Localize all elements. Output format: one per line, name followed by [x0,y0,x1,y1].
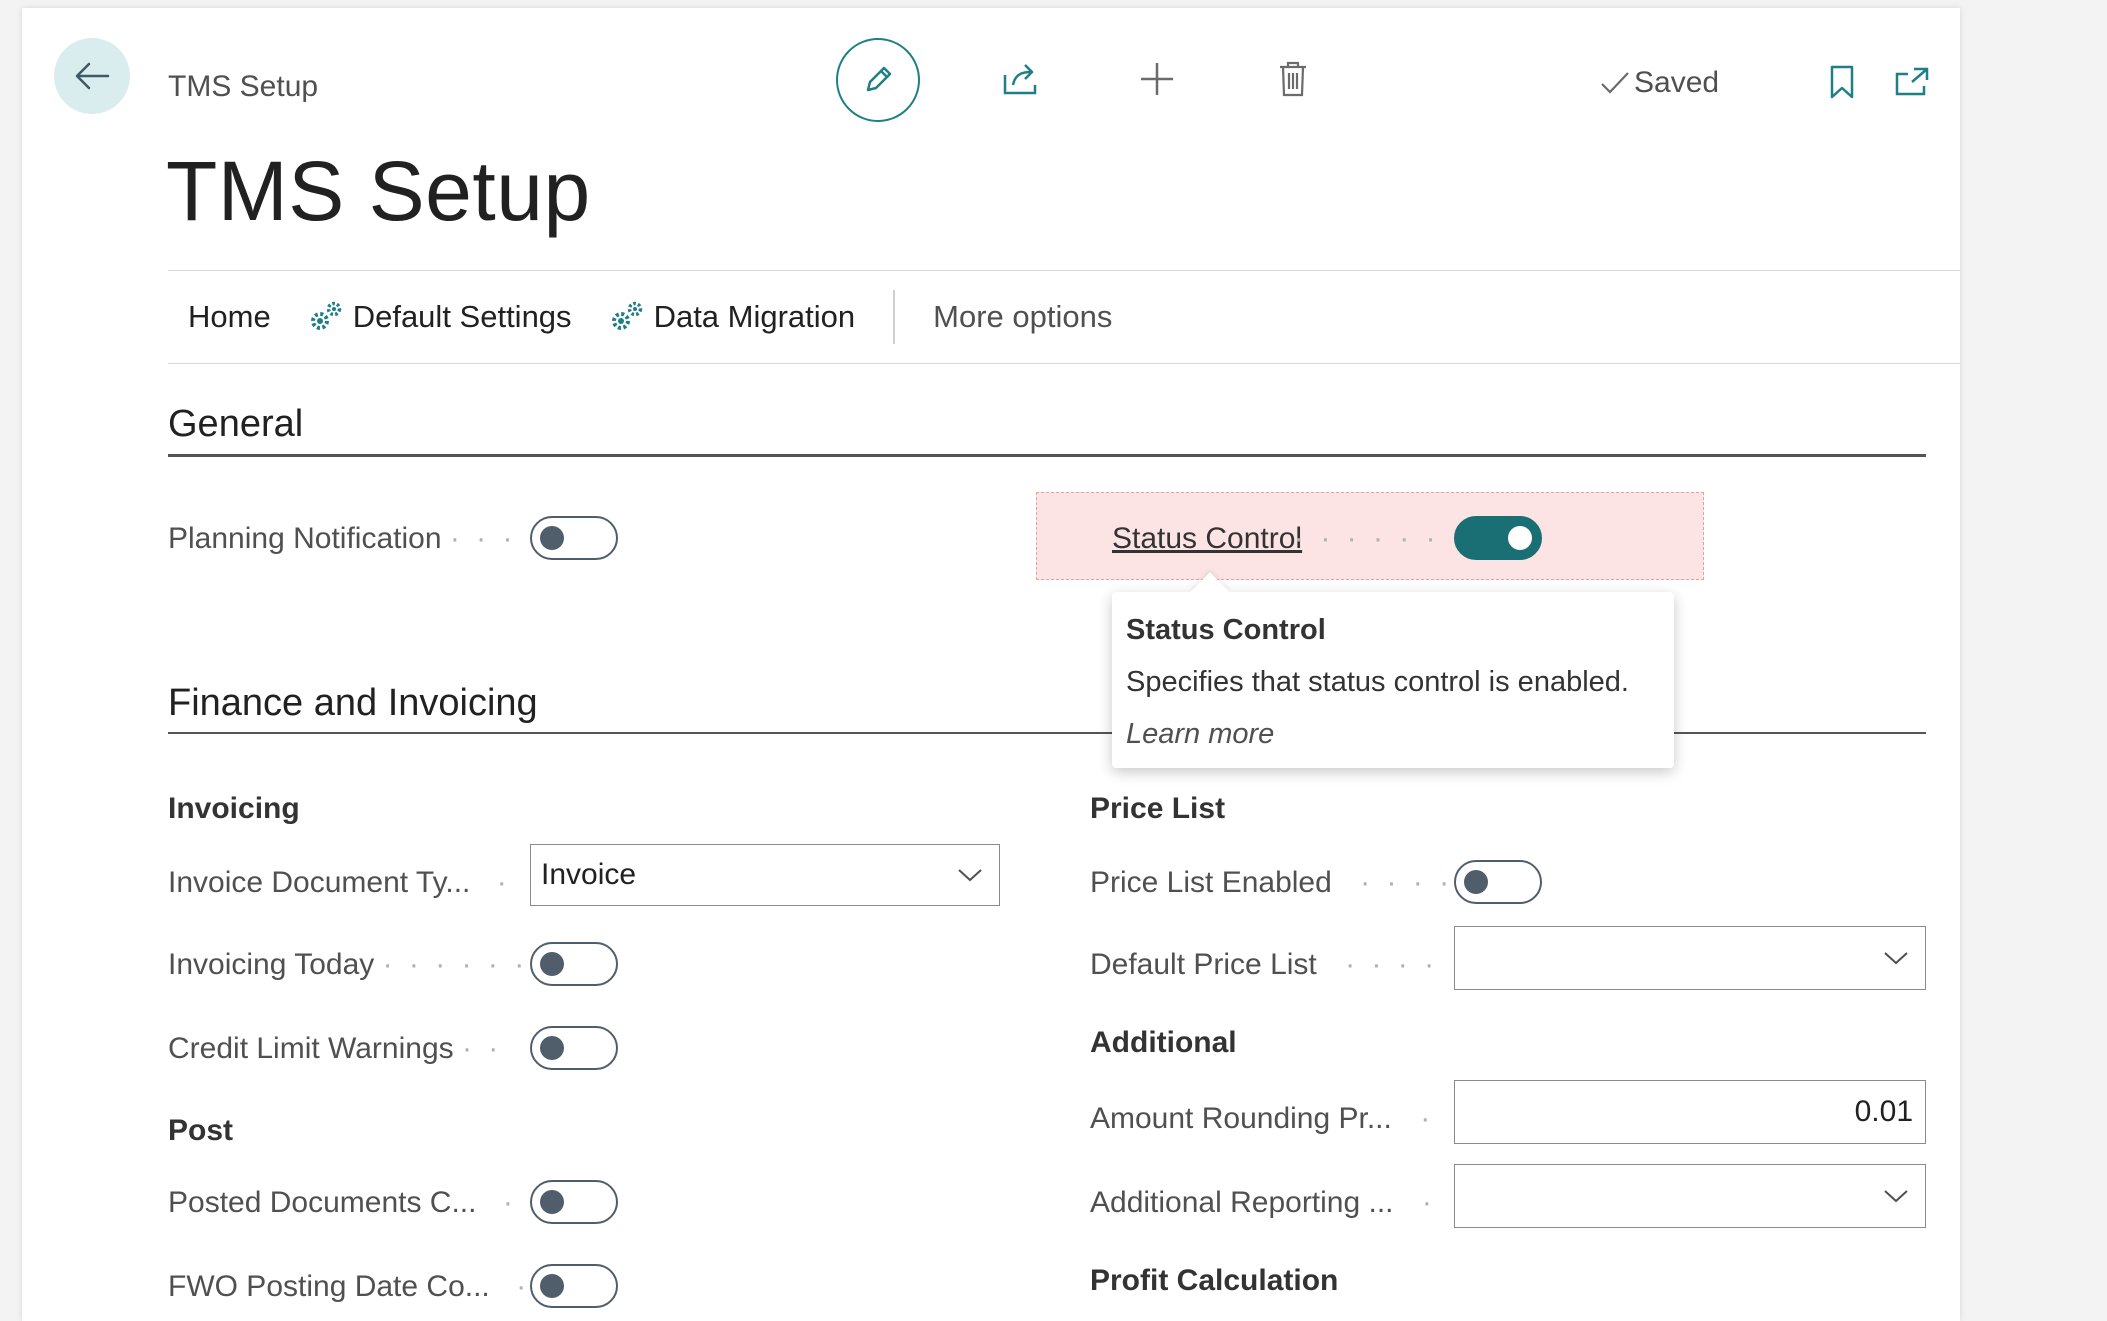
fwo-posting-date-toggle[interactable] [530,1264,618,1308]
field-additional-reporting-label: Additional Reporting ... · [1090,1186,1436,1219]
saved-label: Saved [1634,66,1720,99]
action-data-migration[interactable]: Data Migration [592,271,876,363]
share-button[interactable] [986,44,1056,114]
plus-icon [1141,63,1173,95]
saved-status: Saved [1600,66,1719,100]
toggle-knob [1508,526,1532,550]
field-amount-rounding-label: Amount Rounding Pr... · [1090,1102,1435,1135]
expand-button[interactable] [1954,52,1960,112]
status-control-toggle[interactable] [1454,516,1542,560]
action-more-options-label: More options [933,299,1113,334]
planning-notification-toggle[interactable] [530,516,618,560]
subheading-profit-calculation: Profit Calculation [1090,1264,1339,1297]
field-invoice-document-type-label: Invoice Document Ty... · [168,866,511,899]
invoice-document-type-select[interactable]: Invoice [530,844,1000,906]
bookmark-icon [1830,65,1854,99]
breadcrumb: TMS Setup [168,70,319,103]
arrow-left-icon [75,62,110,90]
amount-rounding-input[interactable]: 0.01 [1454,1080,1926,1144]
field-posted-documents-label: Posted Documents C... · [168,1186,517,1219]
check-icon [1601,72,1629,94]
back-button[interactable] [54,38,130,114]
field-price-list-enabled-label: Price List Enabled · · · · · [1090,866,1480,899]
action-data-migration-label: Data Migration [653,299,856,334]
share-icon [1003,64,1037,95]
action-default-settings-label: Default Settings [352,299,572,334]
chevron-down-icon [1883,950,1909,966]
subheading-post: Post [168,1114,234,1147]
toggle-knob [1464,870,1488,894]
chevron-down-icon [1883,1188,1909,1204]
action-home[interactable]: Home [168,271,291,363]
trash-icon [1280,61,1306,97]
tooltip-description: Specifies that status control is enabled… [1126,666,1629,698]
toggle-knob [540,1036,564,1060]
edit-button[interactable] [836,38,920,122]
delete-button[interactable] [1258,44,1328,114]
subheading-price-list: Price List [1090,792,1226,825]
action-default-settings[interactable]: Default Settings [291,271,592,363]
new-button[interactable] [1122,44,1192,114]
toggle-knob [540,1190,564,1214]
open-in-new-window-icon [1895,67,1929,96]
field-default-price-list-label: Default Price List · · · · · · [1090,948,1491,981]
field-planning-notification-label: Planning Notification · · · [168,522,517,555]
toggle-knob [540,952,564,976]
action-home-label: Home [188,299,271,334]
invoicing-today-toggle[interactable] [530,942,618,986]
default-price-list-select[interactable] [1454,926,1926,990]
subheading-additional: Additional [1090,1026,1237,1059]
tooltip-learn-more-link[interactable]: Learn more [1126,718,1274,751]
section-divider [168,454,1926,457]
status-control-tooltip: Status Control Specifies that status con… [1112,592,1674,768]
action-separator [893,290,896,344]
chevron-down-icon [957,867,983,883]
credit-limit-warnings-toggle[interactable] [530,1026,618,1070]
subheading-invoicing: Invoicing [168,792,300,825]
gears-icon [307,299,345,335]
toggle-knob [540,526,564,550]
field-credit-limit-warnings-label: Credit Limit Warnings · · [168,1032,503,1065]
bookmark-button[interactable] [1812,52,1872,112]
action-more-options[interactable]: More options [913,271,1132,363]
field-fwo-posting-date-label: FWO Posting Date Co... · [168,1270,531,1303]
additional-reporting-select[interactable] [1454,1164,1926,1228]
section-title-general: General [168,403,304,445]
open-new-window-button[interactable] [1882,52,1942,112]
action-bar: Home Default Settings Data Migration Mor… [168,270,1960,364]
toggle-knob [540,1274,564,1298]
field-invoicing-today-label: Invoicing Today · · · · · · · [168,948,555,981]
gears-icon [608,299,646,335]
page-title: TMS Setup [166,144,591,238]
section-title-finance: Finance and Invoicing [168,682,538,724]
invoice-document-type-value: Invoice [541,858,637,891]
tms-setup-card: TMS Setup TMS Setup Saved Home Default S… [22,8,1960,1321]
pencil-icon [866,66,892,92]
status-control-label[interactable]: Status Control [1112,522,1302,556]
price-list-enabled-toggle[interactable] [1454,860,1542,904]
posted-documents-toggle[interactable] [530,1180,618,1224]
tooltip-title: Status Control [1126,614,1326,646]
